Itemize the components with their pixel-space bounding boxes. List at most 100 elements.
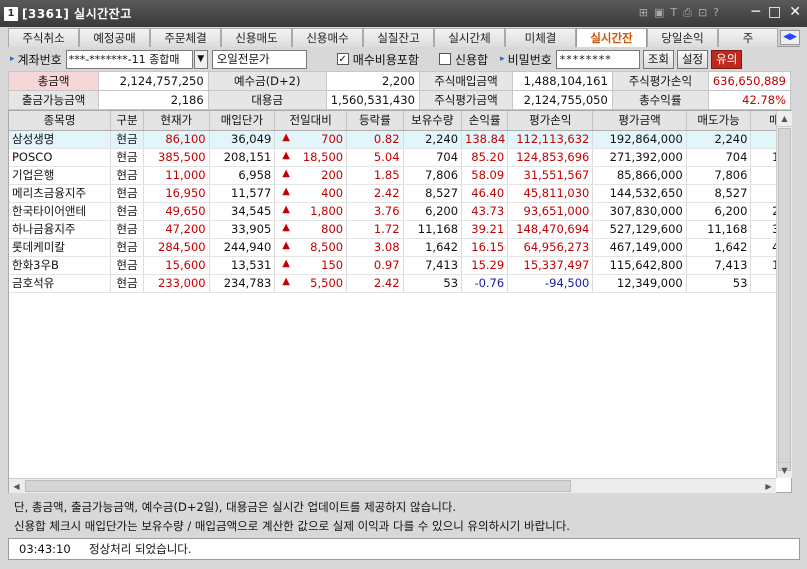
cell-change: ▲ 8,500 <box>274 238 348 257</box>
cell-rate: 0.82 <box>346 130 404 149</box>
close-icon[interactable]: ✕ <box>789 4 801 20</box>
maximize-icon[interactable]: □ <box>768 4 781 20</box>
cell-price: 49,650 <box>143 202 210 221</box>
scroll-right-icon[interactable]: ▶ <box>761 479 776 494</box>
table-row[interactable]: 한화3우B 현금 15,600 13,531 ▲ 150 0.97 7,413 15.29 15,… <box>9 256 791 275</box>
column-header[interactable]: 등락률 <box>346 111 404 131</box>
column-header[interactable]: 현재가 <box>143 111 210 131</box>
cell-pl-rate: 16.15 <box>461 238 509 257</box>
column-header[interactable]: 보유수량 <box>403 111 463 131</box>
link-icon[interactable]: ⊞ <box>639 6 648 20</box>
notice-line-2: 신용합 체크시 매입단가는 보유수량 / 매입금액으로 계산한 값으로 실제 이… <box>14 519 570 533</box>
column-header[interactable]: 평가손익 <box>507 111 594 131</box>
tab-scroll-icon[interactable]: ◀▶ <box>780 30 800 45</box>
empty-cell <box>209 436 275 454</box>
copy-icon[interactable]: ▣ <box>654 6 664 20</box>
print-icon[interactable]: ⎙ <box>683 6 692 20</box>
change-value: 150 <box>321 258 344 272</box>
eval-pl-label: 주식평가손익 <box>611 71 709 91</box>
column-header[interactable]: 구분 <box>110 111 144 131</box>
help-icon[interactable]: ? <box>713 6 719 20</box>
tab-credit-sell[interactable]: 신용매도 <box>221 28 292 47</box>
scroll-thumb[interactable] <box>778 128 791 471</box>
cell-pl-rate: 39.21 <box>461 220 509 239</box>
tab-order-fill[interactable]: 주문체결 <box>150 28 221 47</box>
empty-cell <box>275 346 347 364</box>
cell-buy-price: 34,545 <box>209 202 276 221</box>
tab-credit-buy[interactable]: 신용매수 <box>292 28 363 47</box>
tab-daily-pl[interactable]: 당일손익 <box>647 28 718 47</box>
tab-stock-cancel[interactable]: 주식취소 <box>8 28 79 47</box>
tab-realtime-balance[interactable]: 실시간잔 <box>576 28 647 47</box>
cell-qty: 7,806 <box>403 166 463 185</box>
scroll-up-icon[interactable]: ▲ <box>777 111 792 127</box>
empty-cell <box>209 310 275 328</box>
tab-more[interactable]: 주 <box>718 28 778 47</box>
tab-actual-balance[interactable]: 실질잔고 <box>363 28 434 47</box>
empty-cell <box>111 328 144 346</box>
cell-qty: 2,240 <box>403 130 463 149</box>
cell-price: 16,950 <box>143 184 210 203</box>
empty-cell <box>593 310 686 328</box>
pin-icon[interactable]: ⊡ <box>698 6 707 20</box>
caution-button[interactable]: 유의 <box>711 49 743 69</box>
tab-scheduled-sale[interactable]: 예정공매 <box>79 28 150 47</box>
password-input[interactable]: ******** <box>555 49 640 69</box>
tab-realtime-fill[interactable]: 실시간체 <box>434 28 505 47</box>
empty-cell <box>111 400 144 418</box>
cell-eval: 85,866,000 <box>592 166 687 185</box>
vertical-scrollbar[interactable]: ▲ ▼ <box>776 111 792 478</box>
settings-button[interactable]: 설정 <box>676 49 709 69</box>
empty-cell <box>462 436 508 454</box>
column-header[interactable]: 손익률 <box>461 111 509 131</box>
scroll-down-icon[interactable]: ▼ <box>777 462 792 478</box>
empty-cell <box>275 328 347 346</box>
column-header[interactable]: 매도가능 <box>686 111 752 131</box>
empty-cell <box>462 382 508 400</box>
table-row[interactable]: 롯데케미칼 현금 284,500 244,940 ▲ 8,500 3.08 1,642 16.1… <box>9 238 791 257</box>
empty-cell <box>686 346 751 364</box>
column-header[interactable]: 전일대비 <box>274 111 348 131</box>
query-button[interactable]: 조회 <box>642 49 674 69</box>
column-header[interactable]: 매입단가 <box>209 111 276 131</box>
text-icon[interactable]: T <box>670 6 677 20</box>
credit-checkbox[interactable] <box>438 53 451 65</box>
cell-price: 86,100 <box>143 130 210 149</box>
scroll-left-icon[interactable]: ◀ <box>9 479 24 494</box>
horizontal-scrollbar[interactable]: ◀ ▶ <box>9 478 776 493</box>
cell-sellable: 7,413 <box>686 256 752 275</box>
table-row[interactable]: POSCO 현금 385,500 208,151 ▲ 18,500 5.04 704 85.20… <box>9 148 791 167</box>
cell-eval: 192,864,000 <box>592 130 687 149</box>
table-row[interactable]: 한국타이어앤테 현금 49,650 34,545 ▲ 1,800 3.76 6,200 43.7… <box>9 202 791 221</box>
change-value: 400 <box>321 186 344 200</box>
table-row[interactable]: 기업은행 현금 11,000 6,958 ▲ 200 1.85 7,806 58.09 31,55… <box>9 166 791 185</box>
chevron-down-icon[interactable]: ▼ <box>193 49 208 69</box>
summary-row: 총금액 2,124,757,250 예수금(D+2) 2,200 주식매입금액 … <box>7 71 792 91</box>
minimize-icon[interactable]: ─ <box>752 4 760 20</box>
table-row[interactable]: 삼성생명 현금 86,100 36,049 ▲ 700 0.82 2,240 138.84 112… <box>9 130 791 149</box>
cell-sellable: 704 <box>686 148 752 167</box>
empty-cell <box>593 364 686 382</box>
cell-sellable: 1,642 <box>686 238 752 257</box>
up-triangle-icon: ▲ <box>282 168 290 179</box>
table-row[interactable]: 금호석유 현금 233,000 234,783 ▲ 5,500 2.42 53 -0.76 -94… <box>9 274 791 293</box>
empty-cell <box>9 382 111 400</box>
column-header[interactable]: 종목명 <box>9 111 112 131</box>
cell-change: ▲ 1,800 <box>274 202 348 221</box>
total-amount-label: 총금액 <box>7 71 100 91</box>
tab-unfilled[interactable]: 미체결 <box>505 28 576 47</box>
empty-cell <box>686 328 751 346</box>
empty-cell <box>275 418 347 436</box>
empty-cell <box>508 454 593 472</box>
include-fee-checkbox[interactable]: ✓ <box>336 53 349 65</box>
hscroll-thumb[interactable] <box>25 480 571 492</box>
status-bar: 03:43:10 정상처리 되었습니다. <box>8 538 800 560</box>
cell-rate: 5.04 <box>346 148 404 167</box>
cell-pl: 31,551,567 <box>507 166 594 185</box>
table-row[interactable]: 하나금융지주 현금 47,200 33,905 ▲ 800 1.72 11,168 39.21 1… <box>9 220 791 239</box>
cell-price: 284,500 <box>143 238 210 257</box>
account-select[interactable]: ***-*******-11 종합매 <box>65 49 193 69</box>
column-header[interactable]: 평가금액 <box>592 111 687 131</box>
cell-qty: 8,527 <box>403 184 463 203</box>
table-row[interactable]: 메리츠금융지주 현금 16,950 11,577 ▲ 400 2.42 8,527 46.40 4… <box>9 184 791 203</box>
